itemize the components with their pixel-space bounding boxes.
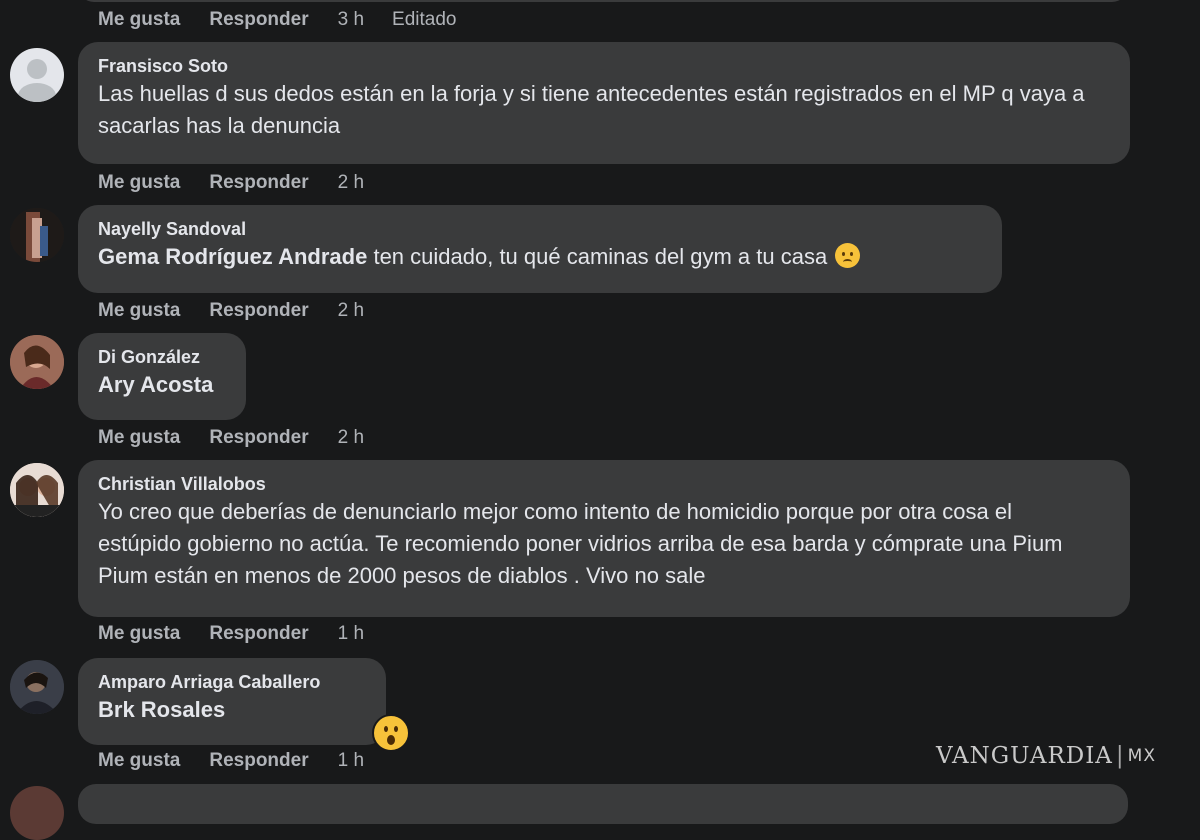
edited-label: Editado xyxy=(392,9,457,30)
avatar[interactable] xyxy=(10,335,64,389)
watermark-brand: VANGUARDIA xyxy=(936,743,1113,769)
avatar[interactable] xyxy=(10,463,64,517)
avatar[interactable] xyxy=(10,208,64,262)
reply-button[interactable]: Responder xyxy=(209,9,308,31)
comment-bubble: Di González Ary Acosta xyxy=(78,333,246,420)
previous-comment-actions: Me gusta Responder 3 h Editado xyxy=(98,7,485,33)
timestamp[interactable]: 2 h xyxy=(338,172,364,194)
comment-author[interactable]: Di González xyxy=(98,345,226,369)
like-button[interactable]: Me gusta xyxy=(98,427,180,449)
comment-author[interactable]: Fransisco Soto xyxy=(98,54,1110,78)
default-avatar-icon[interactable] xyxy=(10,48,64,102)
reply-button[interactable]: Responder xyxy=(209,623,308,645)
like-button[interactable]: Me gusta xyxy=(98,623,180,645)
timestamp[interactable]: 3 h xyxy=(338,9,364,31)
mention-link[interactable]: Gema Rodríguez Andrade xyxy=(98,244,367,269)
timestamp[interactable]: 1 h xyxy=(338,750,364,772)
like-button[interactable]: Me gusta xyxy=(98,172,180,194)
reply-button[interactable]: Responder xyxy=(209,750,308,772)
wow-reaction-icon[interactable] xyxy=(372,714,410,752)
comment-author[interactable]: Christian Villalobos xyxy=(98,472,1110,496)
like-button[interactable]: Me gusta xyxy=(98,9,180,31)
reply-button[interactable]: Responder xyxy=(209,172,308,194)
next-comment-bubble xyxy=(78,784,1128,824)
comment-bubble: Amparo Arriaga Caballero Brk Rosales xyxy=(78,658,386,745)
comment-bubble: Fransisco Soto Las huellas d sus dedos e… xyxy=(78,42,1130,164)
comment-text: Gema Rodríguez Andrade ten cuidado, tu q… xyxy=(98,241,982,273)
watermark-country: MX xyxy=(1127,746,1156,766)
like-button[interactable]: Me gusta xyxy=(98,300,180,322)
comment-text: Las huellas d sus dedos están en la forj… xyxy=(98,81,1085,138)
next-comment-avatar[interactable] xyxy=(10,786,64,840)
reply-button[interactable]: Responder xyxy=(209,300,308,322)
comment-actions: Me gusta Responder 2 h xyxy=(98,298,392,324)
timestamp[interactable]: 2 h xyxy=(338,300,364,322)
comment-author[interactable]: Amparo Arriaga Caballero xyxy=(98,670,366,694)
like-button[interactable]: Me gusta xyxy=(98,750,180,772)
comment-actions: Me gusta Responder 1 h xyxy=(98,748,392,774)
timestamp[interactable]: 2 h xyxy=(338,427,364,449)
timestamp[interactable]: 1 h xyxy=(338,623,364,645)
worried-face-icon xyxy=(835,243,861,268)
comment-body: ten cuidado, tu qué caminas del gym a tu… xyxy=(367,244,828,269)
previous-comment-bubble xyxy=(78,0,1128,2)
reply-button[interactable]: Responder xyxy=(209,427,308,449)
watermark-separator: | xyxy=(1115,743,1125,769)
mention-link[interactable]: Ary Acosta xyxy=(98,369,226,401)
comment-bubble: Christian Villalobos Yo creo que debería… xyxy=(78,460,1130,617)
comment-actions: Me gusta Responder 1 h xyxy=(98,621,392,647)
comment-thread: Me gusta Responder 3 h Editado Fransisco… xyxy=(0,0,1200,840)
comment-author[interactable]: Nayelly Sandoval xyxy=(98,217,982,241)
vanguardia-watermark: VANGUARDIA | MX xyxy=(936,740,1156,772)
comment-actions: Me gusta Responder 2 h xyxy=(98,425,392,451)
avatar[interactable] xyxy=(10,660,64,714)
comment-bubble: Nayelly Sandoval Gema Rodríguez Andrade … xyxy=(78,205,1002,293)
mention-link[interactable]: Brk Rosales xyxy=(98,694,366,726)
comment-text: Yo creo que deberías de denunciarlo mejo… xyxy=(98,499,1063,588)
comment-actions: Me gusta Responder 2 h xyxy=(98,170,392,196)
